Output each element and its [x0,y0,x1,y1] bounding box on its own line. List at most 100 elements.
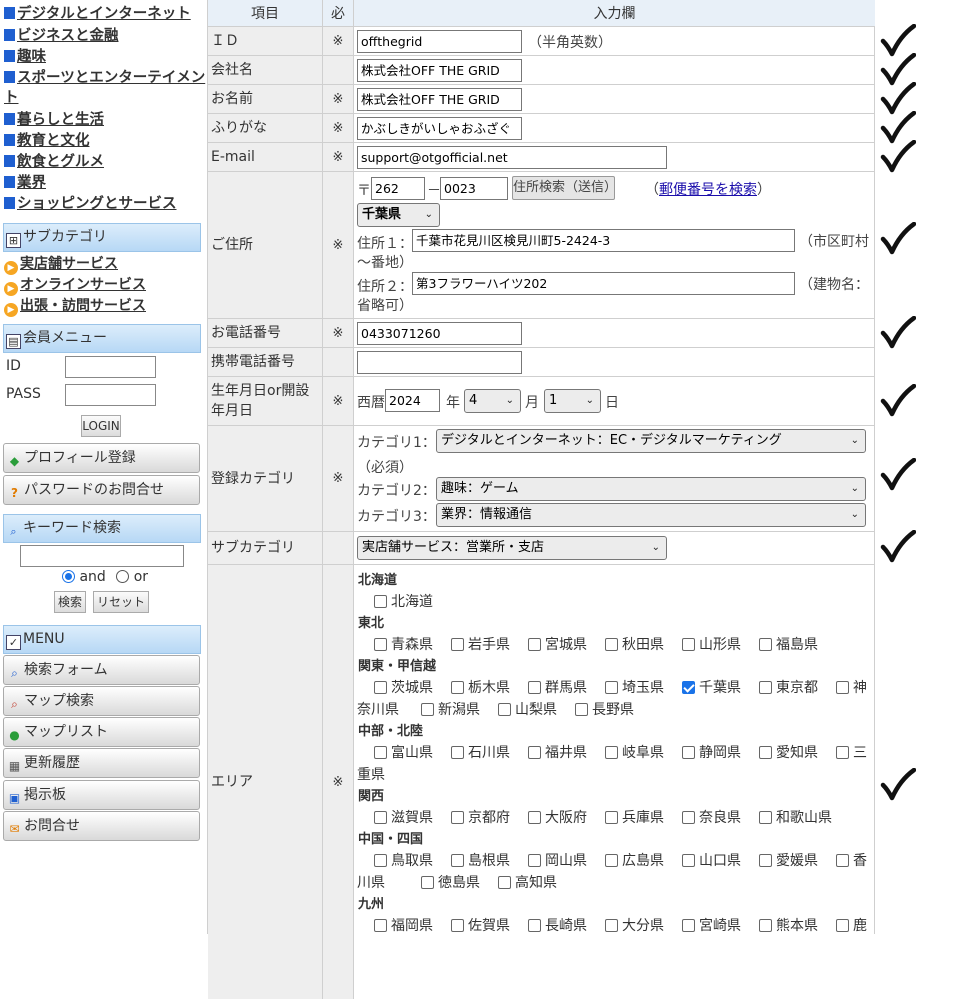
checkbox-icon[interactable] [836,919,849,932]
prefecture-checkbox[interactable]: 北海道 [374,591,433,611]
checkbox-icon[interactable] [682,811,695,824]
prefecture-checkbox[interactable]: 大分県 [605,915,664,935]
checkbox-icon[interactable] [759,638,772,651]
checkbox-icon[interactable] [759,811,772,824]
category-link-digital[interactable]: デジタルとインターネット [4,4,191,24]
profile-register-button[interactable]: ◆ プロフィール登録 [3,443,200,473]
birth-year-input[interactable]: 2024 [385,389,440,412]
checkbox-icon[interactable] [836,854,849,867]
checkbox-icon[interactable] [451,681,464,694]
prefecture-checkbox[interactable]: 岐阜県 [605,742,664,762]
category-link-industry[interactable]: 業界 [4,173,46,193]
prefecture-checkbox[interactable]: 静岡県 [682,742,741,762]
prefecture-checkbox[interactable]: 愛媛県 [759,850,818,870]
checkbox-icon[interactable] [682,681,695,694]
prefecture-checkbox[interactable]: 神 [836,677,867,697]
checkbox-icon[interactable] [605,681,618,694]
prefecture-checkbox[interactable]: 福島県 [759,634,818,654]
checkbox-icon[interactable] [498,703,511,716]
cat2-select[interactable]: 趣味：ゲーム ⌄ [436,477,866,501]
prefecture-checkbox[interactable]: 滋賀県 [374,807,433,827]
phone-input[interactable]: 0433071260 [357,322,522,345]
menu-search-form[interactable]: ⌕ 検索フォーム [3,655,200,685]
subcategory-link-store[interactable]: ▶ 実店舗サービス [4,254,118,275]
mobile-input[interactable] [357,351,522,374]
checkbox-icon[interactable] [528,681,541,694]
checkbox-icon[interactable] [759,854,772,867]
prefecture-checkbox[interactable]: 香 [836,850,867,870]
login-pass-input[interactable] [65,384,156,406]
prefecture-checkbox[interactable]: 千葉県 [682,677,741,697]
prefecture-checkbox[interactable]: 山形県 [682,634,741,654]
prefecture-checkbox[interactable]: 茨城県 [374,677,433,697]
address-search-button[interactable]: 住所検索（送信） [512,176,617,200]
checkbox-icon[interactable] [528,811,541,824]
login-id-input[interactable] [65,356,156,378]
checkbox-icon[interactable] [836,681,849,694]
prefecture-checkbox[interactable]: 大阪府 [528,807,587,827]
prefecture-checkbox[interactable]: 新潟県 [421,699,480,719]
checkbox-icon[interactable] [605,854,618,867]
prefecture-checkbox[interactable]: 和歌山県 [759,807,832,827]
prefecture-checkbox[interactable]: 山梨県 [498,699,557,719]
checkbox-icon[interactable] [374,811,387,824]
prefecture-checkbox[interactable]: 岡山県 [528,850,587,870]
prefecture-checkbox[interactable]: 鹿 [836,915,867,935]
category-link-hobby[interactable]: 趣味 [4,47,46,67]
furigana-input[interactable]: かぶしきがいしゃおふざぐ [357,117,522,140]
checkbox-icon[interactable] [451,919,464,932]
prefecture-checkbox[interactable]: 宮崎県 [682,915,741,935]
prefecture-select[interactable]: 千葉県 ⌄ [357,203,440,227]
checkbox-icon[interactable] [374,681,387,694]
checkbox-icon[interactable] [528,638,541,651]
prefecture-checkbox[interactable]: 徳島県 [421,872,480,892]
checkbox-icon[interactable] [682,638,695,651]
checkbox-icon[interactable] [759,681,772,694]
checkbox-icon[interactable] [682,919,695,932]
checkbox-icon[interactable] [682,854,695,867]
email-input[interactable]: support@otgofficial.net [357,146,667,169]
prefecture-checkbox[interactable]: 山口県 [682,850,741,870]
checkbox-icon[interactable] [374,919,387,932]
subcategory-select[interactable]: 実店舗サービス：営業所・支店 ⌄ [357,536,667,560]
checkbox-icon[interactable] [451,854,464,867]
prefecture-checkbox[interactable]: 岩手県 [451,634,510,654]
menu-board[interactable]: ▣ 掲示板 [3,780,200,810]
prefecture-checkbox[interactable]: 石川県 [451,742,510,762]
prefecture-checkbox[interactable]: 広島県 [605,850,664,870]
checkbox-icon[interactable] [498,876,511,889]
and-radio[interactable] [62,570,75,583]
prefecture-checkbox[interactable]: 富山県 [374,742,433,762]
menu-map-list[interactable]: ● マップリスト [3,717,200,747]
checkbox-icon[interactable] [421,876,434,889]
birth-month-select[interactable]: 4 ⌄ [464,389,521,413]
checkbox-icon[interactable] [374,595,387,608]
id-input[interactable]: offthegrid [357,30,522,53]
prefecture-checkbox[interactable]: 埼玉県 [605,677,664,697]
checkbox-icon[interactable] [605,919,618,932]
checkbox-icon[interactable] [836,746,849,759]
prefecture-checkbox[interactable]: 熊本県 [759,915,818,935]
checkbox-icon[interactable] [451,638,464,651]
checkbox-icon[interactable] [759,746,772,759]
checkbox-icon[interactable] [374,638,387,651]
subcategory-link-visit[interactable]: ▶ 出張・訪問サービス [4,296,146,317]
password-inquiry-button[interactable]: ? パスワードのお問合せ [3,475,200,505]
login-button[interactable]: LOGIN [81,415,121,437]
address2-input[interactable]: 第3フラワーハイツ202 [412,272,795,295]
prefecture-checkbox[interactable]: 佐賀県 [451,915,510,935]
category-link-shopping[interactable]: ショッピングとサービス [4,194,177,214]
prefecture-checkbox[interactable]: 鳥取県 [374,850,433,870]
checkbox-icon[interactable] [528,746,541,759]
checkbox-icon[interactable] [759,919,772,932]
checkbox-icon[interactable] [421,703,434,716]
prefecture-checkbox[interactable]: 群馬県 [528,677,587,697]
birth-day-select[interactable]: 1 ⌄ [544,389,601,413]
checkbox-icon[interactable] [374,854,387,867]
category-link-education[interactable]: 教育と文化 [4,131,90,151]
cat3-select[interactable]: 業界：情報通信 ⌄ [436,503,866,527]
or-radio[interactable] [116,570,130,583]
prefecture-checkbox[interactable]: 兵庫県 [605,807,664,827]
keyword-input[interactable] [20,545,184,567]
prefecture-checkbox[interactable]: 東京都 [759,677,818,697]
